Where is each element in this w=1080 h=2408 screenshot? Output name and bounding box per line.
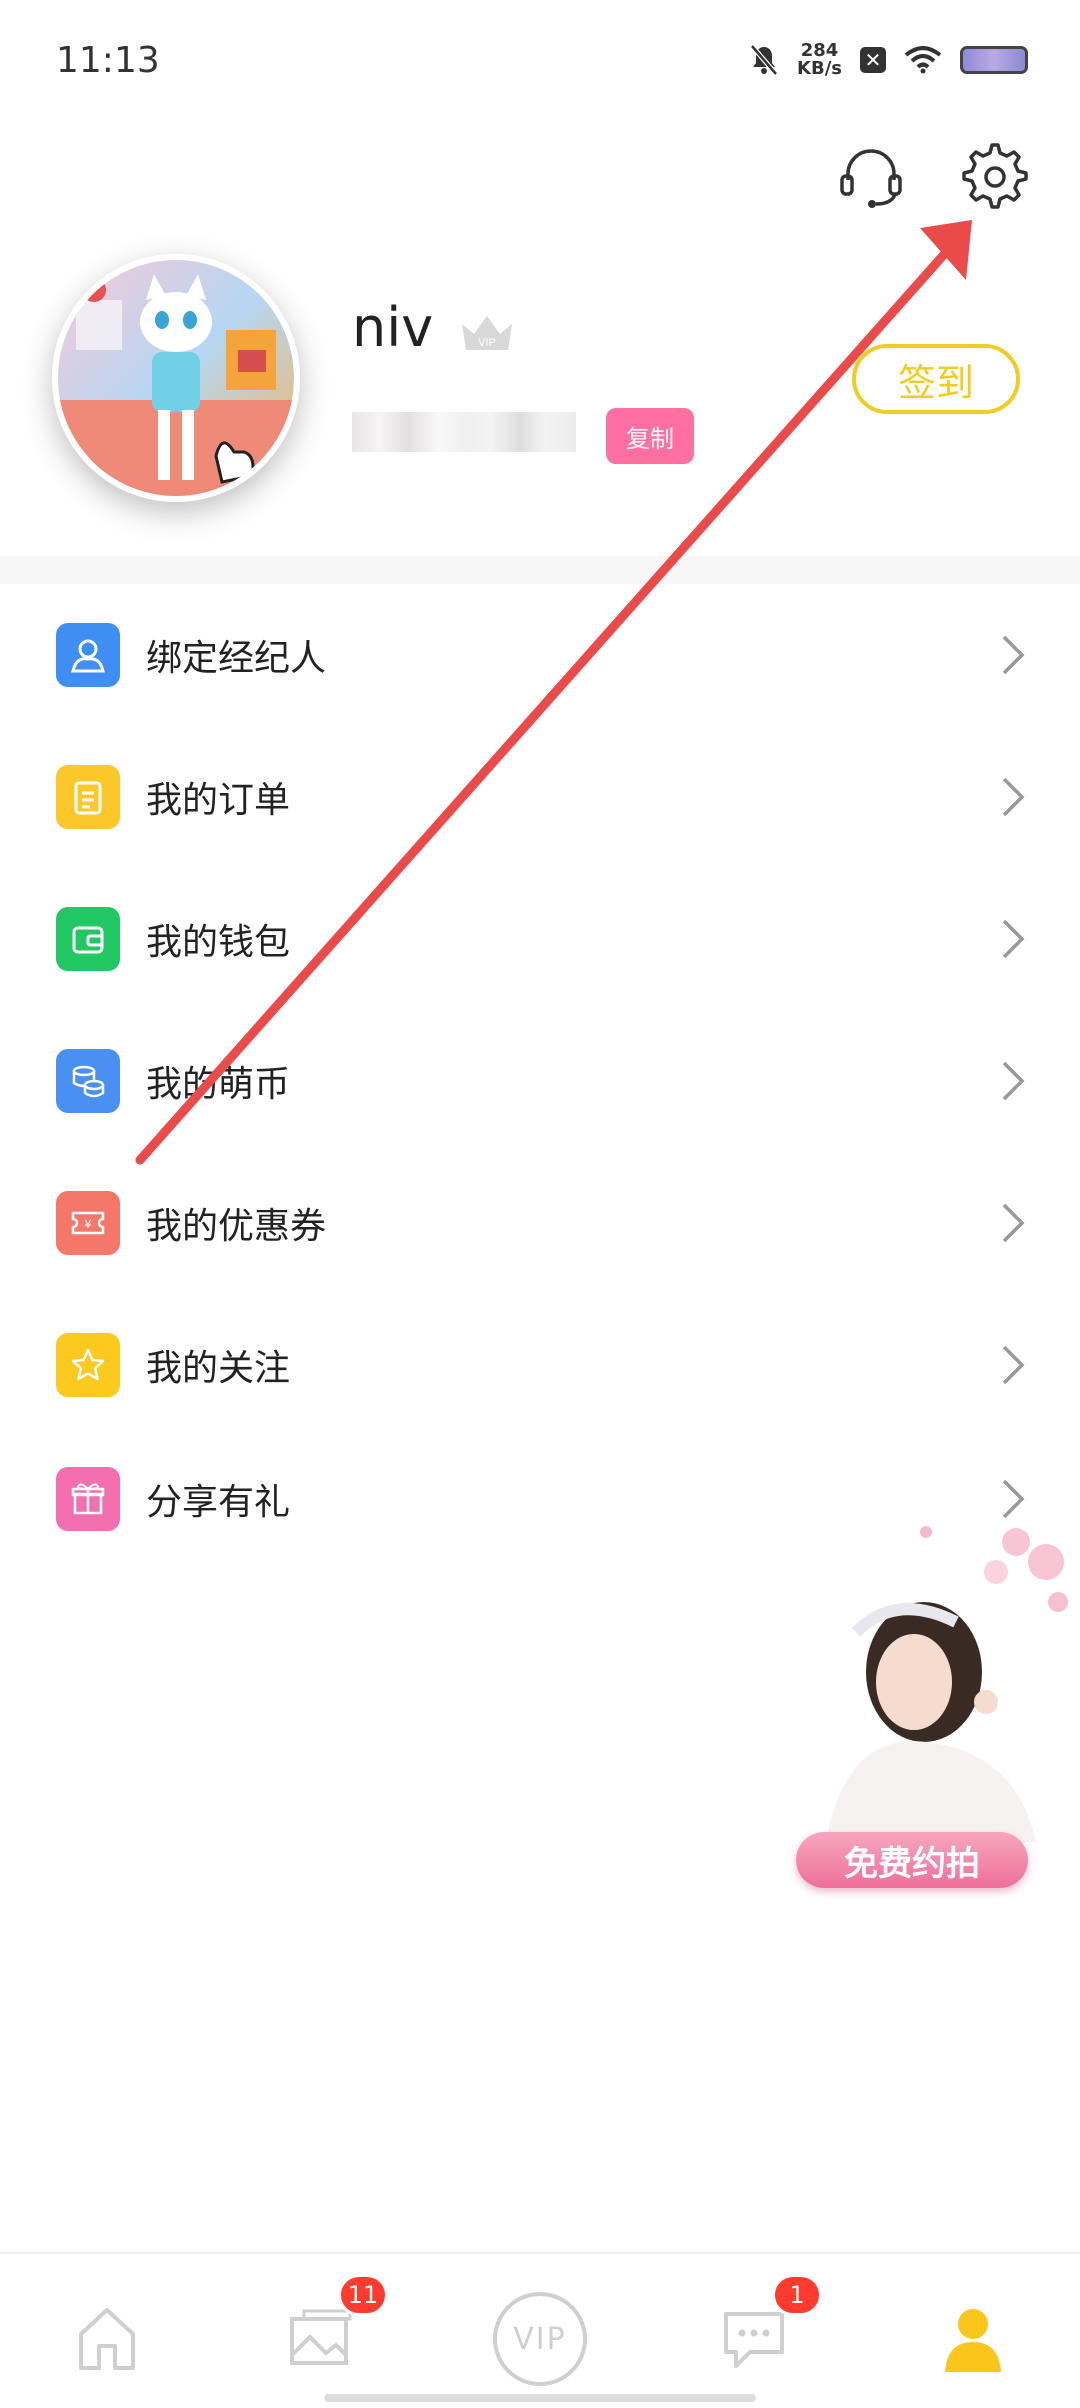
user-id-redacted (352, 412, 576, 452)
promo-label: 免费约拍 (796, 1832, 1028, 1888)
menu-label: 我的订单 (146, 780, 291, 821)
chevron-right-icon (1002, 1479, 1025, 1519)
promo-portrait-image (826, 1526, 1068, 1842)
nav-gallery[interactable]: 11 (266, 2274, 388, 2384)
menu-item-wallet[interactable]: 我的钱包 (0, 868, 1080, 1010)
checkin-button[interactable]: 签到 (852, 344, 1020, 414)
status-bar: 11:13 284 KB/s ✕ (0, 0, 1080, 120)
mute-bell-icon (750, 44, 778, 76)
menu-label: 我的优惠券 (146, 1206, 327, 1247)
menu-label: 绑定经纪人 (146, 638, 327, 679)
menu-label: 我的关注 (146, 1348, 291, 1389)
nav-home[interactable] (52, 2294, 162, 2384)
star-icon (56, 1333, 120, 1397)
nav-vip[interactable]: VIP (485, 2292, 595, 2386)
home-indicator[interactable] (324, 2394, 756, 2402)
avatar[interactable] (52, 254, 300, 502)
menu-item-orders[interactable]: 我的订单 (0, 726, 1080, 868)
settings-gear-icon[interactable] (960, 142, 1030, 212)
menu-item-coupons[interactable]: ¥ 我的优惠券 (0, 1152, 1080, 1294)
copy-id-button[interactable]: 复制 (606, 408, 694, 464)
avatar-image (58, 260, 294, 496)
status-time: 11:13 (56, 40, 160, 81)
chevron-right-icon (1002, 1061, 1025, 1101)
menu-label: 分享有礼 (146, 1482, 291, 1523)
headset-support-icon[interactable] (836, 142, 906, 212)
chevron-right-icon (1002, 777, 1025, 817)
battery-icon (960, 46, 1028, 74)
menu-item-follows[interactable]: 我的关注 (0, 1294, 1080, 1436)
bottom-navigation: 11 VIP 1 (0, 2252, 1080, 2408)
coupon-icon: ¥ (56, 1191, 120, 1255)
nav-profile[interactable] (918, 2294, 1028, 2384)
chat-icon (724, 2312, 784, 2368)
menu-label: 我的萌币 (146, 1064, 291, 1105)
free-photoshoot-promo[interactable]: 免费约拍 (796, 1522, 1076, 1902)
menu-item-bind-agent[interactable]: 绑定经纪人 (0, 584, 1080, 726)
coins-icon (56, 1049, 120, 1113)
chevron-right-icon (1002, 1203, 1025, 1243)
home-icon (79, 2308, 135, 2370)
menu-item-coins[interactable]: 我的萌币 (0, 1010, 1080, 1152)
chevron-right-icon (1002, 1345, 1025, 1385)
menu-label: 我的钱包 (146, 922, 291, 963)
chevron-right-icon (1002, 635, 1025, 675)
status-icons: 284 KB/s ✕ (749, 42, 1028, 78)
messages-badge: 1 (772, 2274, 822, 2316)
username: niv (352, 296, 434, 359)
sim-off-icon: ✕ (860, 47, 886, 73)
gift-icon (56, 1467, 120, 1531)
order-list-icon (56, 765, 120, 829)
network-speed: 284 KB/s (797, 42, 842, 78)
user-icon (945, 2309, 1001, 2372)
vip-label: VIP (513, 2321, 567, 2357)
svg-text:¥: ¥ (84, 1217, 92, 1231)
gallery-icon (290, 2309, 352, 2365)
wallet-icon (56, 907, 120, 971)
section-divider (0, 556, 1080, 584)
speed-unit: KB/s (797, 58, 842, 79)
gallery-badge: 11 (338, 2274, 388, 2316)
vip-badge-text: VIP (478, 337, 496, 349)
vip-crown-icon: VIP (462, 316, 512, 350)
person-icon (56, 623, 120, 687)
wifi-icon (904, 46, 942, 74)
nav-messages[interactable]: 1 (700, 2274, 822, 2384)
chevron-right-icon (1002, 919, 1025, 959)
